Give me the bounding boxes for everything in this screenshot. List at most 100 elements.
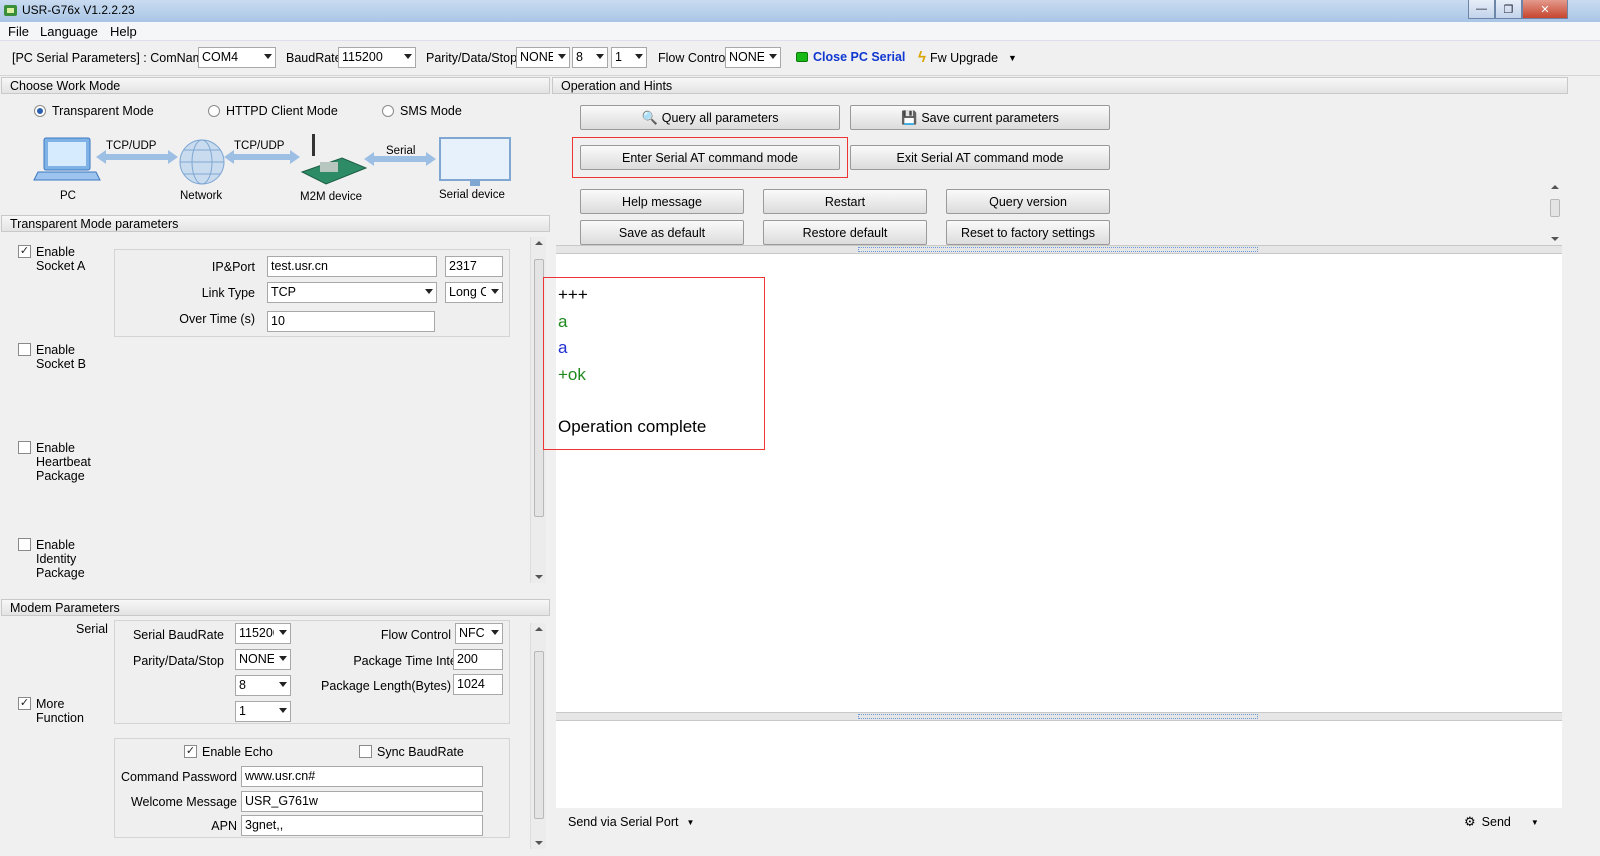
restore-default-button[interactable]: Restore default xyxy=(763,220,927,245)
exit-at-mode-button[interactable]: Exit Serial AT command mode xyxy=(850,145,1110,170)
link-type-label: Link Type xyxy=(201,286,255,300)
diagram-pc-label: PC xyxy=(60,190,76,202)
enable-socket-b-checkbox[interactable]: Enable Socket B xyxy=(18,343,86,371)
checkbox-icon xyxy=(18,538,31,551)
minimize-icon: — xyxy=(1476,3,1487,15)
save-current-button[interactable]: 💾 Save current parameters xyxy=(850,105,1110,130)
checkbox-icon xyxy=(359,745,372,758)
diagram-link1-label: TCP/UDP xyxy=(106,140,157,152)
modem-parity-select[interactable]: NONE xyxy=(235,649,291,670)
radio-icon xyxy=(34,105,46,117)
menu-file[interactable]: File xyxy=(8,24,29,39)
ip-input[interactable]: test.usr.cn xyxy=(267,256,437,277)
send-button[interactable]: ⚙ Send ▼ xyxy=(1464,814,1539,830)
maximize-button[interactable]: ❐ xyxy=(1495,0,1522,19)
command-password-label: Command Password xyxy=(120,770,237,784)
pc-serial-label: [PC Serial Parameters] : ComName xyxy=(12,51,210,65)
restore-icon: ❐ xyxy=(1503,3,1514,16)
chevron-down-icon xyxy=(635,54,643,59)
query-all-button[interactable]: 🔍 Query all parameters xyxy=(580,105,840,130)
checkbox-label: Enable Echo xyxy=(202,745,273,759)
buttons-scrollbar[interactable] xyxy=(1548,183,1562,243)
diagram-link2-label: TCP/UDP xyxy=(234,140,285,152)
modem-stop-bits-select[interactable]: 1 xyxy=(235,701,291,722)
chevron-down-icon xyxy=(279,708,287,713)
title-bar: USR-G76x V1.2.2.23 — ❐ ✕ xyxy=(0,0,1600,22)
serial-label: Serial xyxy=(76,622,108,636)
minimize-button[interactable]: — xyxy=(1468,0,1495,19)
ip-port-label: IP&Port xyxy=(211,260,255,274)
chevron-down-icon xyxy=(596,54,604,59)
enable-heartbeat-checkbox[interactable]: Enable Heartbeat Package xyxy=(18,441,91,483)
transparent-params-panel: ✓ Enable Socket A IP&Port test.usr.cn 23… xyxy=(0,233,550,590)
pkt-length-label: Package Length(Bytes) xyxy=(321,679,451,693)
query-version-button[interactable]: Query version xyxy=(946,189,1110,214)
scroll-thumb[interactable] xyxy=(534,651,544,819)
data-bits-select[interactable]: 8 xyxy=(572,47,608,68)
globe-icon xyxy=(179,139,225,185)
modem-params-header: Modem Parameters xyxy=(1,599,550,616)
floppy-disk-icon: 💾 xyxy=(901,109,918,125)
app-icon xyxy=(4,5,17,16)
menu-bar: File Language Help xyxy=(0,22,1600,41)
chevron-down-icon xyxy=(491,289,499,294)
reset-factory-button[interactable]: Reset to factory settings xyxy=(946,220,1110,245)
close-pc-serial-button[interactable]: Close PC Serial xyxy=(796,50,905,64)
chevron-down-icon xyxy=(425,289,433,294)
comname-select[interactable]: COM4 xyxy=(198,47,276,68)
more-function-checkbox[interactable]: ✓ More Function xyxy=(18,697,84,725)
modem-params-panel: Serial Serial BaudRate 115200 Flow Contr… xyxy=(0,617,550,856)
enable-echo-checkbox[interactable]: ✓ Enable Echo xyxy=(184,745,273,759)
scroll-up-icon xyxy=(1551,185,1559,189)
fw-upgrade-label: Fw Upgrade xyxy=(929,50,999,65)
send-label: Send xyxy=(1481,815,1511,829)
flow-control-select[interactable]: NONE xyxy=(725,47,781,68)
save-as-default-button[interactable]: Save as default xyxy=(580,220,744,245)
over-time-input[interactable]: 10 xyxy=(267,311,435,332)
radio-httpd-client-mode[interactable]: HTTPD Client Mode xyxy=(208,104,338,118)
modem-scrollbar[interactable] xyxy=(530,623,546,849)
link-mode-select[interactable]: Long Connection xyxy=(445,282,503,303)
port-input[interactable]: 2317 xyxy=(445,256,503,277)
send-input-area[interactable] xyxy=(556,721,1562,808)
radio-transparent-mode[interactable]: Transparent Mode xyxy=(34,104,154,118)
enable-socket-a-checkbox[interactable]: ✓ Enable Socket A xyxy=(18,245,85,273)
chevron-down-icon xyxy=(404,54,412,59)
modem-flow-control-select[interactable]: NFC xyxy=(455,623,503,644)
scroll-down-icon xyxy=(535,575,543,579)
chevron-down-icon xyxy=(264,54,272,59)
fw-upgrade-button[interactable]: ϟ Fw Upgrade ▼ xyxy=(918,49,1017,66)
modem-flow-control-label: Flow Control xyxy=(380,628,451,642)
restart-button[interactable]: Restart xyxy=(763,189,927,214)
modem-data-bits-select[interactable]: 8 xyxy=(235,675,291,696)
apn-input[interactable]: 3gnet,, xyxy=(241,815,483,836)
close-button[interactable]: ✕ xyxy=(1522,0,1568,19)
scroll-thumb[interactable] xyxy=(1550,199,1560,217)
stop-bits-select[interactable]: 1 xyxy=(611,47,647,68)
radio-sms-mode[interactable]: SMS Mode xyxy=(382,104,462,118)
parity-select[interactable]: NONE xyxy=(516,47,570,68)
checkbox-label: Sync BaudRate xyxy=(377,745,464,759)
bottom-bar: Send via Serial Port ▼ ⚙ Send ▼ xyxy=(556,808,1568,838)
chevron-down-icon xyxy=(769,54,777,59)
chevron-down-icon xyxy=(491,630,499,635)
baudrate-label: BaudRate xyxy=(286,51,342,65)
sync-baudrate-checkbox[interactable]: Sync BaudRate xyxy=(359,745,464,759)
link-type-select[interactable]: TCP xyxy=(267,282,437,303)
send-via-dropdown[interactable]: Send via Serial Port ▼ xyxy=(568,815,694,829)
pkt-interval-input[interactable]: 200 xyxy=(453,649,503,670)
radio-icon xyxy=(208,105,220,117)
splitter-bottom[interactable] xyxy=(556,712,1562,721)
command-password-input[interactable]: www.usr.cn# xyxy=(241,766,483,787)
enable-identity-checkbox[interactable]: Enable Identity Package xyxy=(18,538,85,580)
help-message-button[interactable]: Help message xyxy=(580,189,744,214)
flow-control-label: Flow Control xyxy=(658,51,729,65)
baudrate-select[interactable]: 115200 xyxy=(338,47,416,68)
welcome-message-input[interactable]: USR_G761w xyxy=(241,791,483,812)
checkbox-checked-icon: ✓ xyxy=(18,245,31,258)
splitter-top[interactable] xyxy=(556,245,1562,254)
menu-language[interactable]: Language xyxy=(40,24,98,39)
serial-baudrate-select[interactable]: 115200 xyxy=(235,623,291,644)
menu-help[interactable]: Help xyxy=(110,24,137,39)
pkt-length-input[interactable]: 1024 xyxy=(453,674,503,695)
